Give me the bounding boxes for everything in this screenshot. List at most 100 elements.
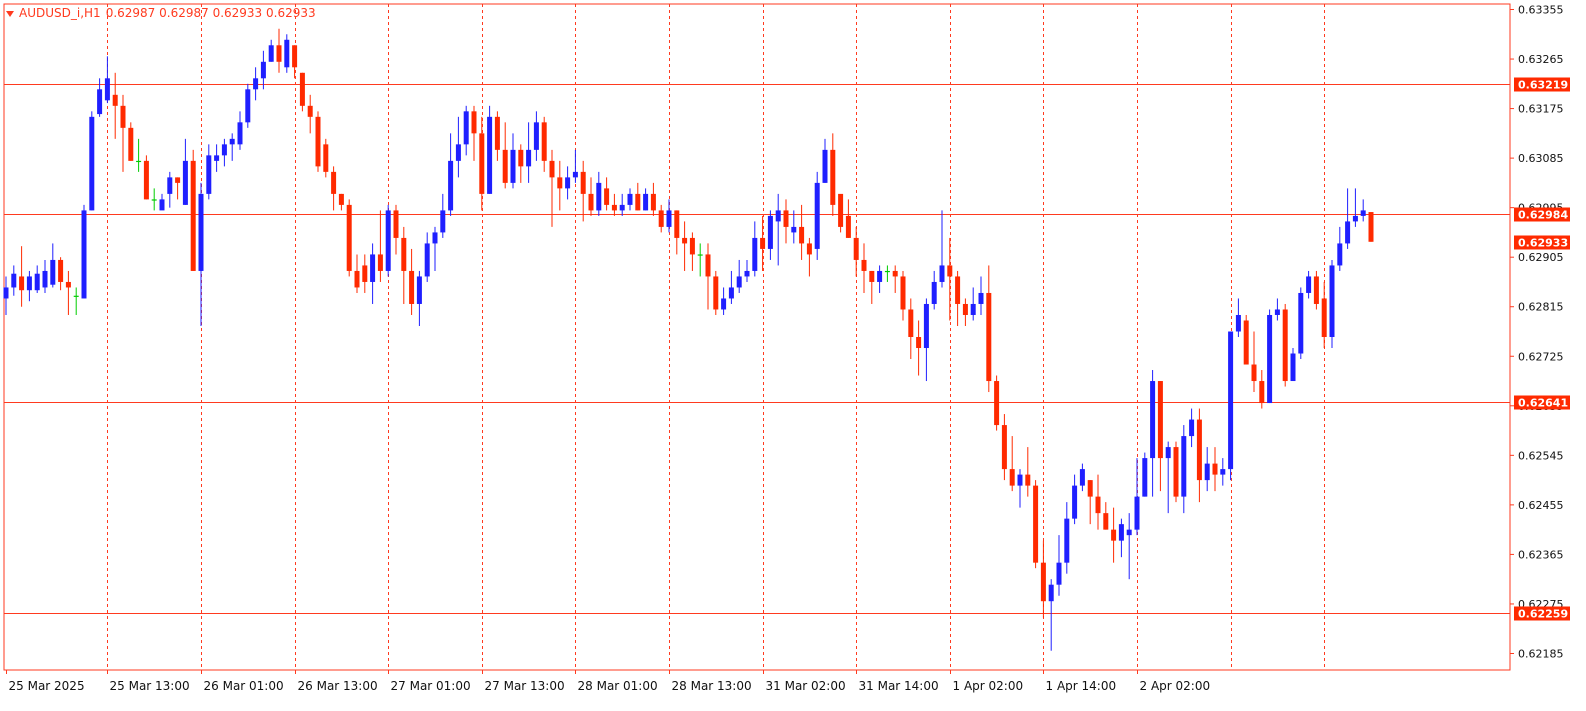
candle-body	[986, 292, 992, 382]
candle-body	[1298, 292, 1304, 354]
time-tick-label: 1 Apr 14:00	[1046, 679, 1117, 693]
candle-body	[1267, 314, 1273, 404]
candle-body	[923, 303, 929, 349]
price-tick-label: 0.62185	[1518, 647, 1564, 660]
price-level-label: 0.63219	[1518, 79, 1568, 92]
candle-body	[253, 78, 259, 90]
candle-body	[1274, 309, 1280, 315]
candle-body	[112, 94, 118, 106]
candle-body	[916, 337, 922, 349]
candle-body	[1072, 485, 1078, 519]
candle-body	[167, 177, 173, 194]
symbol-name: AUDUSD_i,H1	[19, 6, 101, 20]
candle-body	[1313, 276, 1319, 304]
chart-canvas[interactable]: 25 Mar 2025 25 Mar 13:00 26 Mar 01:00 26 Ma…	[0, 0, 1586, 707]
candle-body	[604, 188, 610, 205]
candle-body	[73, 295, 79, 297]
time-tick-label: 31 Mar 14:00	[859, 679, 939, 693]
candle-body	[190, 160, 196, 271]
candle-body	[1095, 496, 1101, 514]
candle-body	[1290, 353, 1296, 382]
time-tick-label: 1 Apr 02:00	[953, 679, 1024, 693]
time-tick-label: 27 Mar 01:00	[391, 679, 471, 693]
candle-body	[455, 144, 461, 161]
candle-body	[619, 204, 625, 211]
candle-body	[1181, 436, 1187, 497]
price-level-label: 0.62641	[1518, 397, 1568, 410]
ohlc-values: 0.62987 0.62987 0.62933 0.62933	[105, 6, 316, 20]
time-tick-label: 25 Mar 2025	[9, 679, 85, 693]
candle-body	[697, 254, 703, 256]
candle-body	[432, 232, 438, 244]
candle-body	[237, 122, 243, 145]
candle-body	[1142, 458, 1148, 497]
candle-body	[424, 243, 430, 277]
candle-body	[955, 276, 961, 304]
price-tick-label: 0.63175	[1518, 103, 1564, 116]
candle-body	[1243, 320, 1249, 365]
candle-body	[377, 254, 383, 271]
candle-body	[767, 215, 773, 249]
candle-body	[869, 270, 875, 282]
candle-body	[588, 193, 594, 211]
price-tick-label: 0.62815	[1518, 301, 1564, 314]
symbol-header: AUDUSD_i,H1 0.62987 0.62987 0.62933 0.62…	[6, 6, 316, 20]
candle-body	[658, 210, 664, 227]
price-level-label: 0.62984	[1518, 209, 1568, 222]
candle-body	[666, 210, 672, 227]
candle-body	[58, 259, 64, 282]
candle-body	[1017, 474, 1023, 486]
candle-body	[1087, 480, 1093, 497]
candle-body	[1352, 215, 1358, 222]
time-tick-label: 31 Mar 02:00	[766, 679, 846, 693]
price-tick-label: 0.62725	[1518, 350, 1564, 363]
candle-body	[1173, 447, 1179, 497]
candle-body	[1048, 584, 1054, 602]
candle-body	[307, 105, 313, 117]
candle-body	[877, 270, 883, 282]
candle-body	[1337, 243, 1343, 266]
candle-body	[1134, 496, 1140, 530]
time-tick-label: 2 Apr 02:00	[1140, 679, 1211, 693]
candle-body	[1196, 419, 1202, 481]
candle-body	[393, 210, 399, 238]
candle-body	[494, 116, 500, 150]
candle-body	[643, 193, 649, 211]
candle-body	[908, 309, 914, 337]
candle-body	[1345, 221, 1351, 244]
candle-body	[1001, 425, 1007, 470]
candle-body	[861, 259, 867, 271]
candle-body	[198, 193, 204, 271]
collapse-triangle-icon[interactable]	[6, 10, 14, 17]
candle-body	[182, 160, 188, 205]
price-tick-label: 0.62905	[1518, 251, 1564, 264]
candle-body	[471, 111, 477, 134]
candle-body	[1306, 276, 1312, 293]
candle-body	[463, 111, 469, 145]
candle-body	[409, 270, 415, 304]
candle-body	[1204, 463, 1210, 481]
time-tick-label: 28 Mar 01:00	[578, 679, 658, 693]
candle-body	[284, 39, 290, 68]
candle-body	[783, 210, 789, 227]
candle-body	[502, 149, 508, 183]
candle-body	[838, 193, 844, 227]
price-level-label: 0.62933	[1518, 237, 1568, 250]
price-tick-label: 0.63355	[1518, 4, 1564, 17]
candle-body	[370, 254, 376, 282]
candlestick-chart[interactable]: 25 Mar 2025 25 Mar 13:00 26 Mar 01:00 26 Ma…	[0, 0, 1586, 707]
candle-body	[721, 298, 727, 310]
candle-body	[1040, 562, 1046, 602]
candle-body	[1118, 524, 1124, 541]
candle-body	[1165, 447, 1171, 459]
price-tick-label: 0.62365	[1518, 548, 1564, 561]
candle-body	[1103, 513, 1109, 530]
candle-body	[104, 78, 110, 101]
candle-body	[1157, 381, 1163, 459]
candle-body	[1282, 309, 1288, 382]
candle-body	[557, 177, 563, 189]
candle-body	[713, 276, 719, 310]
candle-body	[50, 259, 56, 285]
candle-body	[260, 61, 266, 79]
candle-body	[791, 226, 797, 233]
